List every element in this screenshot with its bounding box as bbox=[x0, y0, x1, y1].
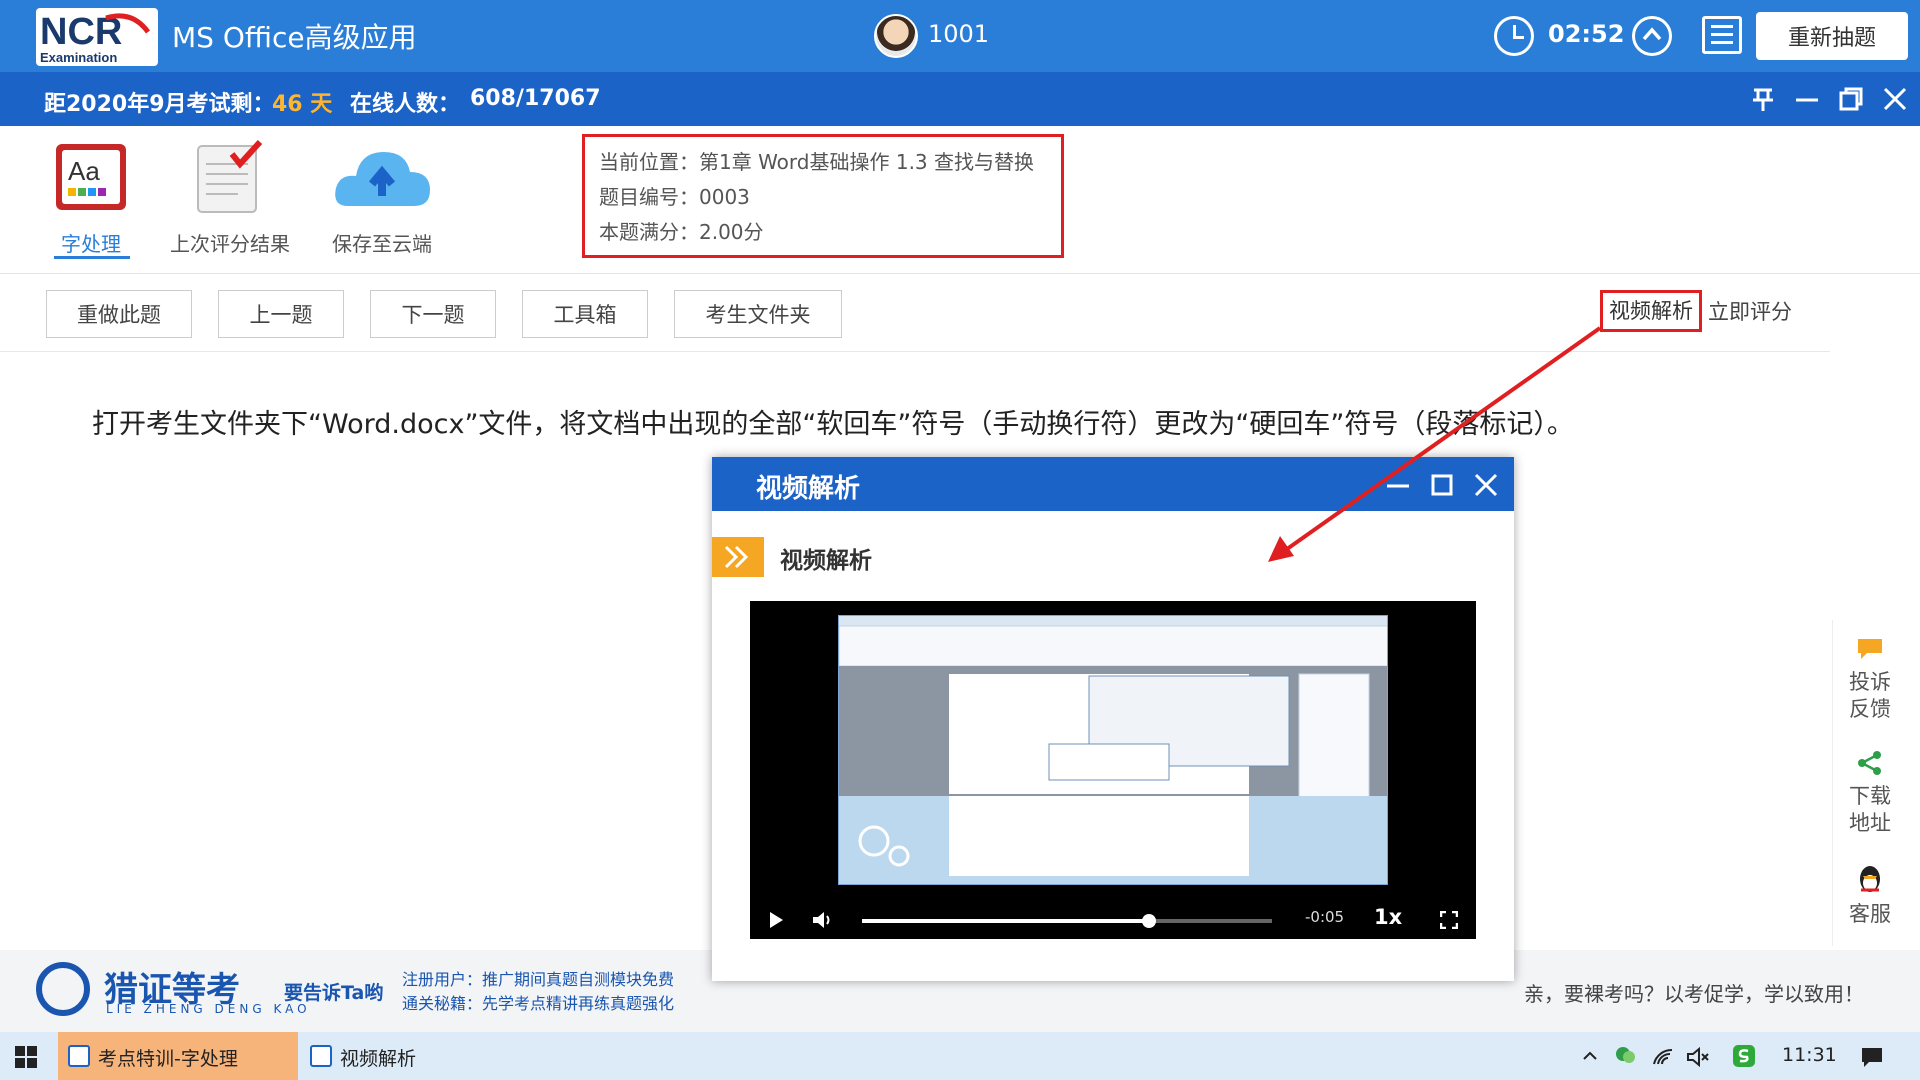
score-now-link[interactable]: 立即评分 bbox=[1708, 296, 1792, 326]
tool-last-score[interactable]: 上次评分结果 bbox=[164, 139, 296, 260]
download-address-button[interactable]: 下载 地址 bbox=[1833, 750, 1907, 837]
feedback-label-2: 反馈 bbox=[1849, 697, 1891, 721]
video-controls: -0:05 1x bbox=[750, 901, 1476, 939]
section-title: 视频解析 bbox=[780, 548, 872, 574]
brand-pinyin: LIE ZHENG DENG KAO bbox=[106, 1002, 311, 1016]
countdown-value: 46 天 bbox=[272, 92, 333, 117]
video-time-remaining: -0:05 bbox=[1305, 908, 1345, 926]
feedback-label-1: 投诉 bbox=[1849, 670, 1891, 694]
user-id: 1001 bbox=[928, 20, 990, 48]
qq-penguin-icon bbox=[1860, 866, 1880, 892]
toolbox-button[interactable]: 工具箱 bbox=[522, 290, 648, 338]
prev-question-button[interactable]: 上一题 bbox=[218, 290, 344, 338]
fullscreen-icon[interactable] bbox=[1440, 911, 1458, 929]
question-number: 题目编号：0003 bbox=[599, 185, 750, 209]
task-label: 考点特训-字处理 bbox=[98, 1048, 238, 1070]
online-label: 在线人数： bbox=[350, 92, 461, 117]
sogou-input-icon[interactable] bbox=[1732, 1044, 1756, 1068]
share-icon bbox=[1858, 751, 1881, 775]
ncr-logo: NCR Examination bbox=[36, 8, 158, 66]
footer-slogan: 亲，要裸考吗？以考促学，学以致用！ bbox=[1524, 982, 1864, 1006]
exam-timer: 02:52 bbox=[1548, 20, 1625, 48]
answer-card-icon[interactable] bbox=[1702, 16, 1742, 54]
play-icon[interactable] bbox=[768, 911, 784, 929]
close-icon[interactable] bbox=[1880, 84, 1910, 114]
annotation-arrow-icon bbox=[1268, 326, 1602, 562]
right-float-panel: 投诉 反馈 下载 地址 客服 bbox=[1832, 620, 1906, 946]
pin-icon[interactable] bbox=[1748, 84, 1778, 114]
tool-label: 保存至云端 bbox=[332, 232, 432, 256]
volume-icon[interactable] bbox=[812, 910, 834, 930]
playback-speed-button[interactable]: 1x bbox=[1374, 905, 1402, 929]
wifi-icon[interactable] bbox=[1652, 1046, 1674, 1068]
logo-sub: Examination bbox=[40, 50, 117, 65]
taskbar-item-video-analysis[interactable]: 视频解析 bbox=[300, 1032, 540, 1080]
info-bar: 距2020年9月考试剩： 46 天 在线人数： 608/17067 bbox=[0, 72, 1920, 126]
customer-service-button[interactable]: 客服 bbox=[1833, 864, 1907, 928]
video-progress-bar[interactable] bbox=[862, 914, 1272, 928]
double-chevron-right-icon bbox=[724, 545, 749, 569]
title-bar: NCR Examination MS Office高级应用 1001 02:52… bbox=[0, 0, 1920, 72]
app-title: MS Office高级应用 bbox=[172, 21, 417, 54]
collapse-up-icon[interactable] bbox=[1632, 16, 1672, 56]
task-label: 视频解析 bbox=[340, 1048, 417, 1070]
tool-save-cloud[interactable]: 保存至云端 bbox=[326, 140, 438, 260]
dialog-title: 视频解析 bbox=[756, 474, 861, 504]
active-tool-underline bbox=[54, 256, 130, 259]
tool-label: 上次评分结果 bbox=[170, 232, 290, 256]
app-icon bbox=[310, 1045, 332, 1067]
taskbar-item-word-training[interactable]: 考点特训-字处理 bbox=[58, 1032, 298, 1080]
redo-question-button[interactable]: 重做此题 bbox=[46, 290, 192, 338]
chat-bubble-icon bbox=[1858, 639, 1882, 659]
tool-word-processing[interactable]: Aa 字处理 bbox=[46, 140, 136, 260]
download-label-1: 下载 bbox=[1849, 784, 1891, 808]
download-label-2: 地址 bbox=[1849, 811, 1891, 835]
taskbar-clock: 11:31 bbox=[1782, 1044, 1837, 1066]
notification-icon[interactable] bbox=[1860, 1045, 1884, 1069]
brand-logo-icon bbox=[36, 962, 90, 1016]
tool-label: 字处理 bbox=[61, 232, 121, 256]
section-marker bbox=[712, 537, 764, 577]
question-info-box: 当前位置：第1章 Word基础操作 1.3 查找与替换 题目编号：0003 本题… bbox=[582, 134, 1064, 258]
minimize-icon[interactable] bbox=[1792, 84, 1822, 114]
video-player[interactable]: -0:05 1x bbox=[750, 601, 1476, 939]
restore-icon[interactable] bbox=[1836, 84, 1866, 114]
tray-chevron-up-icon[interactable] bbox=[1580, 1046, 1600, 1066]
video-frame bbox=[838, 615, 1388, 885]
promo-line-2: 通关秘籍：先学考点精讲再练真题强化 bbox=[402, 994, 675, 1013]
online-count: 608/17067 bbox=[470, 86, 601, 111]
feedback-button[interactable]: 投诉 反馈 bbox=[1833, 636, 1907, 723]
tell-friends: 要告诉Ta哟 bbox=[284, 982, 384, 1004]
redraw-question-button[interactable]: 重新抽题 bbox=[1756, 12, 1908, 60]
volume-muted-icon[interactable] bbox=[1686, 1046, 1710, 1068]
service-label: 客服 bbox=[1849, 902, 1891, 926]
cloud-upload-icon bbox=[335, 152, 430, 206]
current-position: 当前位置：第1章 Word基础操作 1.3 查找与替换 bbox=[599, 150, 1035, 174]
next-question-button[interactable]: 下一题 bbox=[370, 290, 496, 338]
clock-icon bbox=[1494, 16, 1534, 56]
word-processing-icon: Aa bbox=[56, 144, 126, 210]
candidate-folder-button[interactable]: 考生文件夹 bbox=[674, 290, 842, 338]
promo-line-1: 注册用户：推广期间真题自测模块免费 bbox=[402, 970, 675, 989]
video-progress-handle[interactable] bbox=[1142, 914, 1156, 928]
windows-start-icon[interactable] bbox=[14, 1045, 38, 1069]
avatar bbox=[874, 14, 918, 58]
app-icon bbox=[68, 1045, 90, 1067]
video-progress-fill bbox=[862, 919, 1149, 923]
wechat-icon[interactable] bbox=[1614, 1044, 1636, 1066]
svg-text:Aa: Aa bbox=[68, 156, 100, 186]
word-replace-dialog-frame bbox=[839, 616, 1387, 884]
question-full-score: 本题满分：2.00分 bbox=[599, 220, 764, 244]
score-result-icon bbox=[197, 139, 263, 213]
countdown-label: 距2020年9月考试剩： bbox=[44, 92, 275, 117]
